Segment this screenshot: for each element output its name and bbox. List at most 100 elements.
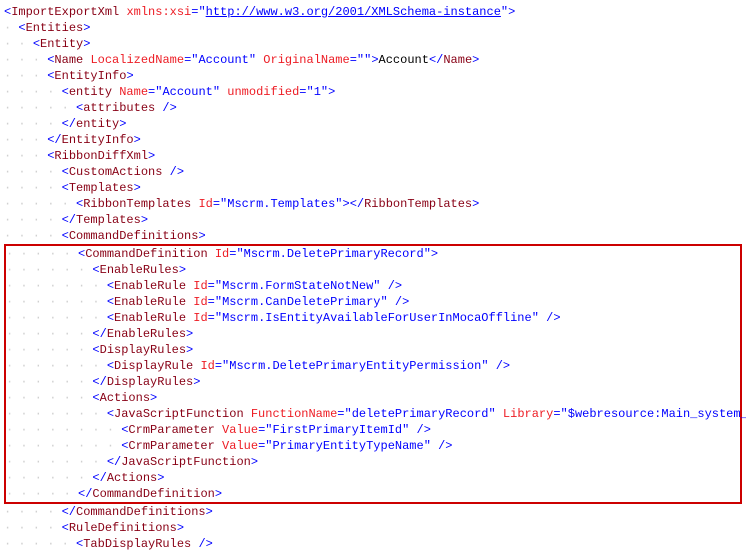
xml-punct: " [249, 53, 263, 67]
xml-punct: < [76, 537, 83, 551]
xml-tag: Entities [26, 21, 84, 35]
code-line: · · · · · · <Actions> [6, 390, 740, 406]
code-line: · · · · · · · <EnableRule Id="Mscrm.CanD… [6, 294, 740, 310]
code-line: · · · · · · · </JavaScriptFunction> [6, 454, 740, 470]
xml-punct: =" [213, 197, 227, 211]
xml-tag: DisplayRules [100, 343, 186, 357]
xml-punct: < [62, 85, 69, 99]
xml-attr: LocalizedName [90, 53, 184, 67]
indent-guides: · · · · [4, 229, 62, 243]
code-line: · · · · · <RibbonTemplates Id="Mscrm.Tem… [4, 196, 742, 212]
xml-tag: RuleDefinitions [69, 521, 177, 535]
xml-punct: > [186, 327, 193, 341]
xml-link-value[interactable]: http://www.w3.org/2001/XMLSchema-instanc… [206, 5, 501, 19]
code-line: · · · · <RuleDefinitions> [4, 520, 742, 536]
xml-punct: </ [62, 505, 76, 519]
xml-punct: =" [553, 407, 567, 421]
indent-guides: · · · [4, 53, 47, 67]
xml-attr: FunctionName [251, 407, 337, 421]
xml-text [215, 423, 222, 437]
code-line: <ImportExportXml xmlns:xsi="http://www.w… [4, 4, 742, 20]
indent-guides: · · · · · · · [6, 407, 107, 421]
xml-punct: /> [388, 295, 410, 309]
xml-text: Account [379, 53, 429, 67]
xml-punct: =" [258, 423, 272, 437]
xml-punct: " [373, 279, 380, 293]
xml-punct: </ [62, 213, 76, 227]
xml-punct: /> [155, 101, 177, 115]
xml-punct: > [83, 37, 90, 51]
xml-value: Mscrm.CanDeletePrimary [222, 295, 380, 309]
xml-punct: " [424, 247, 431, 261]
xml-punct: </ [92, 471, 106, 485]
xml-tag: RibbonTemplates [364, 197, 472, 211]
xml-tag: CommandDefinition [85, 247, 207, 261]
xml-punct: /> [409, 423, 431, 437]
indent-guides: · · · · [4, 505, 62, 519]
xml-value: Mscrm.DeletePrimaryRecord [244, 247, 424, 261]
xml-attr: Id [193, 295, 207, 309]
xml-punct: < [107, 311, 114, 325]
indent-guides: · · · · · · [6, 327, 92, 341]
xml-punct: " [381, 295, 388, 309]
xml-punct: < [62, 165, 69, 179]
indent-guides: · · · · · [6, 247, 78, 261]
xml-punct: " [424, 439, 431, 453]
xml-tag: Actions [107, 471, 157, 485]
xml-attr: Value [222, 423, 258, 437]
indent-guides: · · · · [4, 181, 62, 195]
xml-punct: </ [429, 53, 443, 67]
code-line: · · · · <CommandDefinitions> [4, 228, 742, 244]
code-line: · · <Entity> [4, 36, 742, 52]
indent-guides: · [4, 21, 18, 35]
xml-tag: Name [54, 53, 83, 67]
code-line: · · · · · · <DisplayRules> [6, 342, 740, 358]
xml-tag: TabDisplayRules [83, 537, 191, 551]
indent-guides: · · · · · · · [6, 311, 107, 325]
xml-text [208, 247, 215, 261]
xml-punct: " [198, 5, 205, 19]
xml-attr: Id [198, 197, 212, 211]
xml-value: FirstPrimaryItemId [272, 423, 402, 437]
indent-guides: · · · · · [4, 537, 76, 551]
code-line: · · · <RibbonDiffXml> [4, 148, 742, 164]
xml-text [244, 407, 251, 421]
indent-guides: · · · · [4, 165, 62, 179]
xml-punct: > [148, 149, 155, 163]
xml-punct: < [107, 359, 114, 373]
indent-guides: · · · · · · [6, 343, 92, 357]
xml-value: Mscrm.FormStateNotNew [222, 279, 373, 293]
xml-punct: =" [184, 53, 198, 67]
code-line: · · · · <CustomActions /> [4, 164, 742, 180]
xml-tag: EntityInfo [54, 69, 126, 83]
indent-guides: · · · · · · · [6, 279, 107, 293]
xml-tag: entity [76, 117, 119, 131]
indent-guides: · · · · · [6, 487, 78, 501]
xml-tag: CrmParameter [128, 423, 214, 437]
xml-tag: entity [69, 85, 112, 99]
indent-guides: · · · · · · · [6, 359, 107, 373]
xml-value: PrimaryEntityTypeName [272, 439, 423, 453]
indent-guides: · · · · · [4, 101, 76, 115]
indent-guides: · · · · · · · [6, 455, 107, 469]
xml-text [215, 439, 222, 453]
xml-value: Mscrm.DeletePrimaryEntityPermission [229, 359, 481, 373]
xml-punct: > [472, 197, 479, 211]
xml-tag: CrmParameter [128, 439, 214, 453]
xml-punct: < [107, 407, 114, 421]
code-line: · · · · · · · · <CrmParameter Value="Pri… [6, 438, 740, 454]
code-line: · · · · · · </DisplayRules> [6, 374, 740, 390]
xml-value: 1 [314, 85, 321, 99]
highlighted-block: · · · · · < CommandDefinition Id =" Mscrm.D… [4, 244, 742, 504]
code-line: · · · · </CommandDefinitions> [4, 504, 742, 520]
xml-punct: /> [539, 311, 561, 325]
xml-punct: > [141, 213, 148, 227]
code-line: · · · · · · </Actions> [6, 470, 740, 486]
xml-attr: unmodified [227, 85, 299, 99]
xml-attr: Id [215, 247, 229, 261]
xml-punct: </ [62, 117, 76, 131]
indent-guides: · · · [4, 69, 47, 83]
code-line: · <Entities> [4, 20, 742, 36]
code-line: · · · · · · · <JavaScriptFunction Functi… [6, 406, 740, 422]
xml-punct: < [92, 263, 99, 277]
